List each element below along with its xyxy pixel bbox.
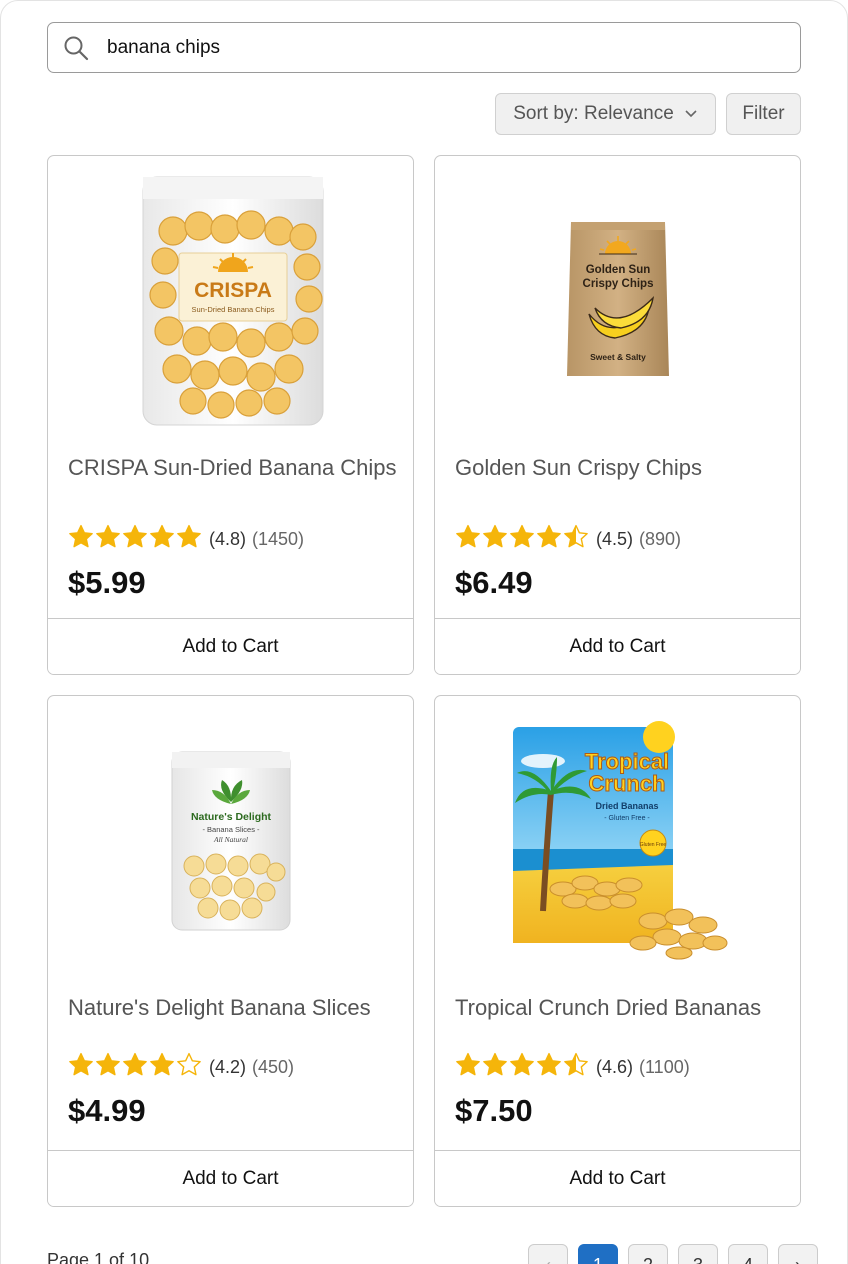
star-full-icon (536, 524, 562, 555)
product-image[interactable]: Golden Sun Crispy Chips Sweet & Salty (435, 156, 800, 446)
review-count: (1100) (639, 1056, 690, 1077)
filter-button[interactable]: Filter (726, 93, 801, 135)
product-card[interactable]: Nature's Delight - Banana Slices - All N… (47, 695, 414, 1207)
package-tagline: Sweet & Salty (590, 352, 646, 362)
package-subtitle: Sun-Dried Banana Chips (191, 305, 274, 314)
next-page-button[interactable]: › (778, 1244, 818, 1264)
rating-score: (4.6) (596, 1056, 634, 1077)
rating: (4.6) (1100) (455, 1052, 690, 1082)
add-to-cart-button[interactable]: Add to Cart (48, 618, 413, 674)
star-rating (68, 524, 202, 555)
product-title[interactable]: Tropical Crunch Dried Bananas (455, 994, 785, 1022)
star-full-icon (122, 1052, 148, 1083)
package-subtitle: Dried Bananas (595, 801, 658, 811)
prev-page-button[interactable]: ‹ (528, 1244, 568, 1264)
package-brand: CRISPA (194, 279, 272, 302)
star-full-icon (95, 524, 121, 555)
product-image[interactable]: CRISPA Sun-Dried Banana Chips (48, 156, 413, 446)
search-input[interactable] (107, 36, 747, 59)
product-image[interactable]: Nature's Delight - Banana Slices - All N… (48, 696, 413, 986)
product-title[interactable]: CRISPA Sun-Dried Banana Chips (68, 454, 398, 482)
star-full-icon (122, 524, 148, 555)
product-price: $6.49 (455, 565, 533, 600)
star-full-icon (149, 524, 175, 555)
filter-label: Filter (742, 103, 785, 124)
product-price: $5.99 (68, 565, 146, 600)
package-tagline: - Gluten Free - (604, 815, 650, 822)
sort-label: Sort by: Relevance (513, 103, 674, 124)
star-half-icon (563, 524, 589, 555)
star-full-icon (455, 524, 481, 555)
add-to-cart-button[interactable]: Add to Cart (48, 1150, 413, 1206)
product-image[interactable]: Tropical Crunch Dried Bananas - Gluten F… (435, 696, 800, 986)
page-button-4[interactable]: 4 (728, 1244, 768, 1264)
star-full-icon (482, 1052, 508, 1083)
package-brand-line2: Crispy Chips (582, 278, 653, 290)
rating: (4.8) (1450) (68, 524, 304, 554)
package-subtitle: - Banana Slices - (202, 825, 260, 834)
search-icon (63, 35, 89, 61)
rating: (4.2) (450) (68, 1052, 294, 1082)
star-full-icon (536, 1052, 562, 1083)
star-rating (455, 524, 589, 555)
product-card[interactable]: Golden Sun Crispy Chips Sweet & Salty Go… (434, 155, 801, 675)
package-brand-line1: Golden Sun (585, 264, 650, 276)
star-full-icon (68, 524, 94, 555)
rating-score: (4.8) (209, 528, 247, 549)
product-title[interactable]: Nature's Delight Banana Slices (68, 994, 398, 1022)
star-full-icon (176, 524, 202, 555)
package-tagline: All Natural (213, 835, 248, 844)
chevron-down-icon (684, 109, 698, 119)
page-button-3[interactable]: 3 (678, 1244, 718, 1264)
star-half-icon (563, 1052, 589, 1083)
rating: (4.5) (890) (455, 524, 681, 554)
pagination: ‹ 1 2 3 4 › (528, 1244, 818, 1264)
star-full-icon (95, 1052, 121, 1083)
review-count: (890) (639, 528, 682, 549)
rating-score: (4.2) (209, 1056, 247, 1077)
review-count: (1450) (252, 528, 305, 549)
page-info: Page 1 of 10 (47, 1250, 150, 1264)
add-to-cart-button[interactable]: Add to Cart (435, 1150, 800, 1206)
star-full-icon (455, 1052, 481, 1083)
package-brand-line2: Crunch (588, 771, 665, 796)
product-price: $7.50 (455, 1093, 533, 1128)
page-button-1[interactable]: 1 (578, 1244, 618, 1264)
star-full-icon (482, 524, 508, 555)
star-full-icon (68, 1052, 94, 1083)
review-count: (450) (252, 1056, 295, 1077)
star-full-icon (509, 524, 535, 555)
page-button-2[interactable]: 2 (628, 1244, 668, 1264)
product-price: $4.99 (68, 1093, 146, 1128)
star-full-icon (509, 1052, 535, 1083)
package-brand: Nature's Delight (190, 811, 271, 823)
product-card[interactable]: Tropical Crunch Dried Bananas - Gluten F… (434, 695, 801, 1207)
add-to-cart-button[interactable]: Add to Cart (435, 618, 800, 674)
search-bar[interactable] (47, 22, 801, 73)
package-badge: Gluten Free (639, 842, 666, 848)
star-empty-icon (176, 1052, 202, 1083)
product-title[interactable]: Golden Sun Crispy Chips (455, 454, 785, 482)
star-full-icon (149, 1052, 175, 1083)
product-card[interactable]: CRISPA Sun-Dried Banana Chips CRISPA Sun… (47, 155, 414, 675)
sort-dropdown[interactable]: Sort by: Relevance (495, 93, 716, 135)
star-rating (455, 1052, 589, 1083)
star-rating (68, 1052, 202, 1083)
rating-score: (4.5) (596, 528, 634, 549)
